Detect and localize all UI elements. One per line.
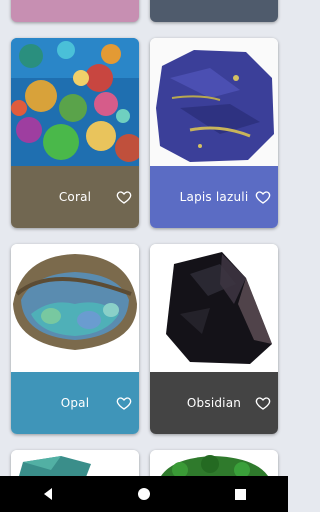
card-partial-bottom-left[interactable] [11, 450, 139, 476]
nav-recents-button[interactable] [220, 476, 260, 512]
recents-square-icon [234, 488, 246, 500]
opal-label-bar: Opal [11, 372, 139, 434]
coral-image [11, 38, 139, 166]
card-partial-bottom-right[interactable] [150, 450, 278, 476]
card-coral[interactable]: Coral [11, 38, 139, 228]
opal-image [11, 244, 139, 372]
heart-outline-icon[interactable] [255, 395, 271, 411]
obsidian-image [150, 244, 278, 372]
card-name: Coral [58, 190, 92, 204]
card-name: Opal [60, 396, 90, 410]
card-partial-top-right[interactable] [150, 0, 278, 22]
card-opal[interactable]: Opal [11, 244, 139, 434]
home-circle-icon [138, 488, 150, 500]
lapis-image [150, 38, 278, 166]
card-name: Obsidian [186, 396, 242, 410]
nav-back-button[interactable] [28, 476, 68, 512]
card-partial-top-left[interactable] [11, 0, 139, 22]
card-name: Lapis lazuli [179, 190, 249, 204]
heart-outline-icon[interactable] [116, 189, 132, 205]
heart-outline-icon[interactable] [116, 395, 132, 411]
gem-grid: Coral Lapis lazuli Opal Obsidian [0, 0, 288, 476]
system-navigation-bar [0, 476, 288, 512]
obsidian-label-bar: Obsidian [150, 372, 278, 434]
coral-label-bar: Coral [11, 166, 139, 228]
card-obsidian[interactable]: Obsidian [150, 244, 278, 434]
nav-home-button[interactable] [124, 476, 164, 512]
lapis-label-bar: Lapis lazuli [150, 166, 278, 228]
card-lapis-lazuli[interactable]: Lapis lazuli [150, 38, 278, 228]
heart-outline-icon[interactable] [255, 189, 271, 205]
back-triangle-icon [44, 488, 52, 500]
